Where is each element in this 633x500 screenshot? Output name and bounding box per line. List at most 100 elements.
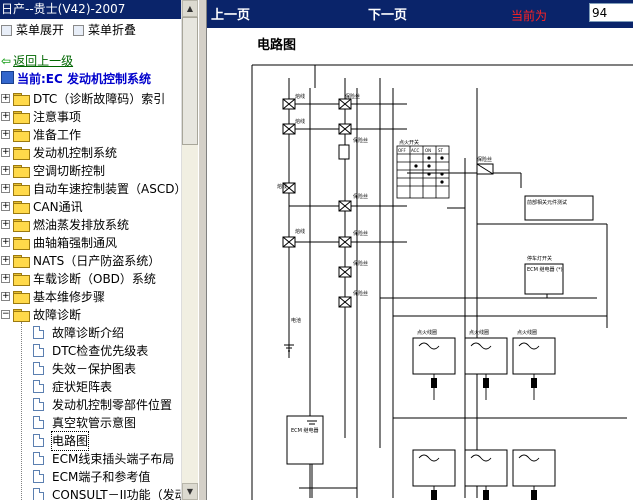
page-label: 故障诊断介绍 <box>52 326 125 340</box>
tree-folder[interactable]: + 准备工作 <box>0 126 181 144</box>
expand-toggle-icon[interactable]: + <box>1 256 10 265</box>
svg-text:停车灯开关: 停车灯开关 <box>527 255 552 262</box>
svg-text:熔线: 熔线 <box>277 183 287 190</box>
page-icon <box>33 398 44 411</box>
page-label: ECM端子和参考值 <box>52 470 151 484</box>
tree-scrollbar[interactable]: ▲ ▼ <box>181 0 199 500</box>
page-icon <box>33 344 44 357</box>
tree-page[interactable]: ECM线束插头端子布局 <box>0 450 181 468</box>
folder-icon <box>13 219 30 232</box>
scroll-thumb[interactable] <box>182 17 198 145</box>
svg-text:保险丝: 保险丝 <box>477 156 492 163</box>
expand-toggle-icon[interactable]: + <box>1 112 10 121</box>
folder-label: 基本维修步骤 <box>33 290 106 304</box>
folder-icon <box>13 201 30 214</box>
tree-page[interactable]: DTC检查优先级表 <box>0 342 181 360</box>
tree-folder[interactable]: + CAN通讯 <box>0 198 181 216</box>
scroll-up-button[interactable]: ▲ <box>182 0 198 17</box>
expand-toggle-icon[interactable]: + <box>1 220 10 229</box>
tree-folder[interactable]: + 燃油蒸发排放系统 <box>0 216 181 234</box>
page-icon <box>33 470 44 483</box>
svg-text:点火线圈: 点火线圈 <box>417 329 437 336</box>
scroll-down-button[interactable]: ▼ <box>182 483 198 500</box>
back-link[interactable]: ⇦ 返回上一级 <box>1 53 73 70</box>
prev-page-button[interactable]: 上一页 <box>211 4 250 23</box>
svg-text:保险丝: 保险丝 <box>353 137 368 144</box>
page-icon <box>33 416 44 429</box>
tree-folder[interactable]: + 曲轴箱强制通风 <box>0 234 181 252</box>
page-icon <box>33 434 44 447</box>
folder-label: 自动车速控制装置（ASCD） <box>33 182 181 196</box>
folder-icon <box>13 165 30 178</box>
menu-tree-panel: 日产--贵士(V42)-2007 菜单展开 菜单折叠 ⇦ 返回上一级 当前:EC … <box>0 0 181 500</box>
page-label: 电路图 <box>50 431 90 451</box>
tree-folder[interactable]: + 自动车速控制装置（ASCD） <box>0 180 181 198</box>
tree-page[interactable]: 真空软管示意图 <box>0 414 181 432</box>
page-label: 发动机控制零部件位置 <box>52 398 173 412</box>
expand-toggle-icon[interactable]: + <box>1 274 10 283</box>
tree-page[interactable]: ECM端子和参考值 <box>0 468 181 486</box>
folder-label: 故障诊断 <box>33 308 82 322</box>
tree-page[interactable]: 发动机控制零部件位置 <box>0 396 181 414</box>
svg-text:保险丝: 保险丝 <box>345 93 360 100</box>
folder-label: 准备工作 <box>33 128 82 142</box>
tree-folder[interactable]: + 空调切断控制 <box>0 162 181 180</box>
collapse-toggle-icon[interactable]: − <box>1 310 10 319</box>
tree-page-selected[interactable]: 电路图 <box>0 431 181 451</box>
folder-icon <box>13 183 30 196</box>
expand-toggle-icon[interactable]: + <box>1 184 10 193</box>
folder-label: 曲轴箱强制通风 <box>33 236 118 250</box>
collapse-menu-button[interactable]: 菜单折叠 <box>73 21 136 39</box>
tree-folder-expanded[interactable]: − 故障诊断 <box>0 306 181 324</box>
tree-folder[interactable]: + 发动机控制系统 <box>0 144 181 162</box>
app-title: 日产--贵士(V42)-2007 <box>0 0 181 19</box>
tree-folder[interactable]: + 注意事项 <box>0 108 181 126</box>
tree-folder[interactable]: + 基本维修步骤 <box>0 288 181 306</box>
expand-toggle-icon[interactable]: + <box>1 238 10 247</box>
current-page-label: 当前为 <box>511 9 548 23</box>
tree-page[interactable]: 故障诊断介绍 <box>0 324 181 342</box>
tree-folder[interactable]: + 车载诊断（OBD）系统 <box>0 270 181 288</box>
expand-toggle-icon[interactable]: + <box>1 94 10 103</box>
svg-text:保险丝: 保险丝 <box>353 290 368 297</box>
folder-label: NATS（日产防盗系统） <box>33 254 161 268</box>
current-node: 当前:EC 发动机控制系统 <box>1 71 151 88</box>
svg-text:点火开关: 点火开关 <box>399 139 419 146</box>
document-viewer: 上一页 下一页 当前为 电路图 <box>207 0 633 500</box>
pane-splitter[interactable] <box>198 0 207 500</box>
tree-page[interactable]: 失效－保护图表 <box>0 360 181 378</box>
expand-toggle-icon[interactable]: + <box>1 292 10 301</box>
expand-toggle-icon[interactable]: + <box>1 148 10 157</box>
expand-toggle-icon[interactable]: + <box>1 130 10 139</box>
expand-toggle-icon[interactable]: + <box>1 166 10 175</box>
svg-text:ECM 继电器: ECM 继电器 <box>291 427 319 434</box>
expand-menu-button[interactable]: 菜单展开 <box>1 21 64 39</box>
folder-icon <box>13 273 30 286</box>
collapse-icon <box>73 25 84 36</box>
tree-folder[interactable]: + NATS（日产防盗系统） <box>0 252 181 270</box>
tree-page[interactable]: CONSULT－II功能（发动 <box>0 486 181 500</box>
menu-toolbar: 菜单展开 菜单折叠 <box>0 20 181 40</box>
next-page-button[interactable]: 下一页 <box>368 4 407 23</box>
svg-text:熔线: 熔线 <box>295 228 305 235</box>
page-icon <box>33 326 44 339</box>
svg-text:ON: ON <box>425 148 431 153</box>
expand-toggle-icon[interactable]: + <box>1 202 10 211</box>
folder-icon <box>13 291 30 304</box>
back-link-label: 返回上一级 <box>13 54 74 68</box>
folder-icon <box>13 237 30 250</box>
expand-menu-label: 菜单展开 <box>16 23 65 37</box>
folder-icon <box>13 255 30 268</box>
tree-page[interactable]: 症状矩阵表 <box>0 378 181 396</box>
page-label: 症状矩阵表 <box>52 380 113 394</box>
page-label: DTC检查优先级表 <box>52 344 149 358</box>
tree-folder[interactable]: + DTC（诊断故障码）索引 <box>0 90 181 108</box>
svg-text:ACC: ACC <box>411 148 419 153</box>
svg-text:点火线圈: 点火线圈 <box>469 329 489 336</box>
current-page-input[interactable] <box>589 3 633 22</box>
svg-text:保险丝: 保险丝 <box>353 230 368 237</box>
folder-label: 注意事项 <box>33 110 82 124</box>
svg-text:点火线圈: 点火线圈 <box>517 329 537 336</box>
folder-label: 空调切断控制 <box>33 164 106 178</box>
svg-text:保险丝: 保险丝 <box>353 193 368 200</box>
